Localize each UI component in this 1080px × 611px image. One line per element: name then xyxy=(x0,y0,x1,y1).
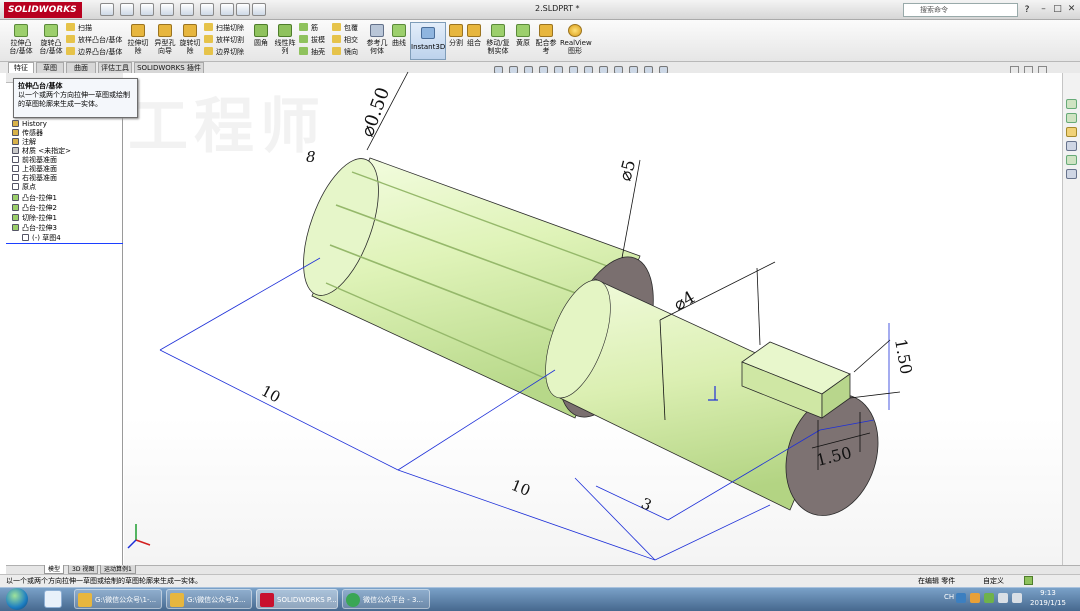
view-palette-icon[interactable] xyxy=(1066,141,1077,151)
dim-diameter-0-50[interactable]: ⌀0.50 xyxy=(357,85,394,140)
dim-length-10-b[interactable]: 10 xyxy=(509,476,533,500)
task-pane xyxy=(1062,73,1080,565)
tab-3d-views[interactable]: 3D 视图 xyxy=(68,565,99,574)
windows-logo-icon xyxy=(6,588,28,610)
design-library-icon[interactable] xyxy=(1066,113,1077,123)
folder-icon xyxy=(170,593,184,607)
dim-spline-count-8[interactable]: 8 xyxy=(306,148,316,166)
tooltip-description: 以一个或两个方向拉伸一草图或绘制的草图轮廓来生成一实体。 xyxy=(18,91,130,108)
windows-taskbar xyxy=(0,587,1080,611)
coordinate-triad xyxy=(127,524,151,549)
model-tabs xyxy=(6,565,1080,574)
rebuild-status-icon[interactable] xyxy=(1024,576,1033,585)
taskbar-item-browser[interactable]: 微信公众平台 - 3... xyxy=(342,589,430,609)
clock-time: 9:13 xyxy=(1040,589,1056,597)
tray-app-icon[interactable] xyxy=(984,593,994,603)
start-button[interactable] xyxy=(2,587,32,611)
command-tooltip: 拉伸凸台/基体 以一个或两个方向拉伸一草图或绘制的草图轮廓来生成一实体。 xyxy=(13,78,138,118)
tray-app-icon[interactable] xyxy=(956,593,966,603)
taskbar-item-folder-2[interactable]: G:\微信公众号\2... xyxy=(166,589,252,609)
tab-motion-study[interactable]: 运动算例1 xyxy=(100,565,136,574)
clock-date: 2019/1/15 xyxy=(1030,599,1066,607)
taskbar-clock[interactable]: 9:13 2019/1/15 xyxy=(1028,588,1068,608)
appearances-icon[interactable] xyxy=(1066,155,1077,165)
file-explorer-icon[interactable] xyxy=(1066,127,1077,137)
dim-diameter-4[interactable]: ⌀4 xyxy=(671,287,699,315)
pinned-app-icon[interactable] xyxy=(44,590,62,608)
model-view: ⌀0.50 8 ⌀5 ⌀4 10 10 3 1.50 1.50 xyxy=(127,71,916,561)
network-icon[interactable] xyxy=(998,593,1008,603)
folder-icon xyxy=(78,593,92,607)
taskbar-item-folder-1[interactable]: G:\微信公众号\1-... xyxy=(74,589,162,609)
status-message: 以一个或两个方向拉伸一草图或绘制的草图轮廓来生成一实体。 xyxy=(6,577,202,585)
status-editing-mode: 在编辑 零件 xyxy=(918,577,956,585)
dim-length-10-a[interactable]: 10 xyxy=(258,382,283,407)
taskbar-item-solidworks[interactable]: SOLIDWORKS P... xyxy=(256,589,338,609)
tab-model[interactable]: 模型 xyxy=(44,565,65,574)
solidworks-resources-icon[interactable] xyxy=(1066,99,1077,109)
tray-app-icon[interactable] xyxy=(970,593,980,603)
dim-key-height-1-50[interactable]: 1.50 xyxy=(891,337,916,375)
custom-properties-icon[interactable] xyxy=(1066,169,1077,179)
solidworks-icon xyxy=(260,593,274,607)
solidworks-window: SOLIDWORKS 2.SLDPRT * 搜索命令 ? – □ ✕ 拉伸凸台/… xyxy=(0,0,1080,611)
browser-icon xyxy=(346,593,360,607)
tooltip-title: 拉伸凸台/基体 xyxy=(18,82,63,90)
status-units[interactable]: 自定义 xyxy=(983,576,1004,586)
volume-icon[interactable] xyxy=(1012,593,1022,603)
dim-length-3[interactable]: 3 xyxy=(638,494,654,514)
